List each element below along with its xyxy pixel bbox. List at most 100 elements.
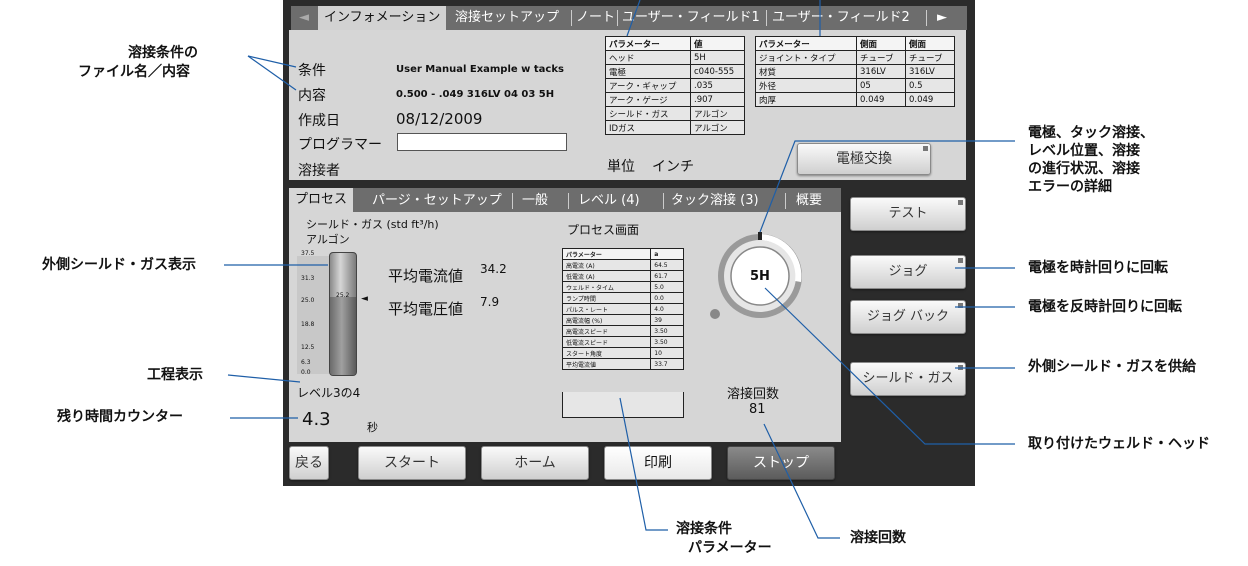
tab-separator [571,10,572,26]
table-cell: ヘッド [605,50,691,65]
annotation-outer-gas-display: 外側シールド・ガス表示 [42,257,196,273]
table-row: 低電流スピード 3.50 [561,336,684,348]
tab-separator [617,10,618,26]
unit-value: インチ [652,159,694,175]
process-parameter-table: パラメーター a 高電流 (A) 64.5 低電流 (A) 61.7 ウェルド・タイム… [561,248,684,370]
time-remaining-value: 4.3 [302,409,331,430]
start-button[interactable]: スタート [358,446,466,480]
annotation-weld-params-1: 溶接条件 [676,521,732,537]
table-row: シールド・ガス アルゴン [605,106,745,121]
gauge-value: 25.2 [336,292,350,299]
gauge-tick-label: 37.5 [301,250,315,257]
tab-user-field-1[interactable]: ユーザー・フィールド1 [622,7,760,29]
annotation-electrode-detail-4: エラーの詳細 [1028,179,1112,195]
table-cell: 0.5 [905,78,955,93]
process-screen-title: プロセス画面 [567,223,640,237]
table-cell: 高電流スピード [561,325,652,337]
process-table-blank-area [562,392,684,418]
process-table-header: a [650,248,684,260]
table-cell: 低電流 (A) [561,270,652,282]
param-header: 値 [690,36,745,51]
tab-notes[interactable]: ノート [576,7,615,29]
table-cell: シールド・ガス [605,106,691,121]
table-cell: 64.5 [650,259,684,271]
jog-button[interactable]: ジョグ [850,255,966,289]
tab-purge-setup[interactable]: パージ・セットアップ [372,191,502,211]
jog-back-button[interactable]: ジョグ バック [850,300,966,334]
tab-separator [568,193,569,209]
back-button[interactable]: 戻る [289,446,329,480]
avg-current-label: 平均電流値 [388,267,464,285]
table-row: 肉厚 0.049 0.049 [754,92,955,107]
gauge-tick-label: 0.0 [301,369,311,376]
table-cell: ウェルド・タイム [561,281,652,293]
corner-indicator-icon [923,146,928,151]
table-cell: .907 [690,92,745,107]
tab-scroll-right-icon[interactable]: ► [937,7,947,29]
table-row: アーク・ゲージ .907 [605,92,745,107]
corner-indicator-icon [958,303,963,308]
tab-scroll-left-icon[interactable]: ◄ [299,7,309,29]
annotation-rotate-cw: 電極を時計回りに回転 [1028,260,1168,276]
content-value: 0.500 - .049 316LV 04 03 5H [396,89,555,100]
print-button[interactable]: 印刷 [604,446,712,480]
tab-separator [512,193,513,209]
side-header: パラメーター [754,36,858,51]
corner-indicator-icon [958,258,963,263]
annotation-weld-count: 溶接回数 [850,530,906,546]
tab-information[interactable]: インフォメーション [318,6,447,30]
annotation-file-line2: ファイル名／内容 [78,64,190,80]
tab-summary[interactable]: 概要 [796,191,822,211]
stop-button[interactable]: ストップ [727,446,835,480]
parameter-table: パラメーター値 ヘッド 5H 電極 c040-555 アーク・ギャップ .035 アー… [605,36,745,135]
table-cell: 肉厚 [754,92,858,107]
table-cell: パルス・レート [561,303,652,315]
electrode-change-label: 電極交換 [836,151,892,167]
tab-user-field-2[interactable]: ユーザー・フィールド2 [772,7,910,29]
programmer-input[interactable] [397,133,567,151]
table-cell: 材質 [754,64,858,79]
table-cell: 10 [650,347,684,359]
tab-separator [926,10,927,26]
table-cell: 316LV [856,64,906,79]
tab-process[interactable]: プロセス [289,188,354,212]
annotation-file-line1: 溶接条件の [128,45,198,61]
electrode-change-button[interactable]: 電極交換 [797,143,931,175]
table-cell: アルゴン [690,106,745,121]
tab-separator [766,10,767,26]
table-cell: アーク・ギャップ [605,78,691,93]
side-table: パラメーター 側面 側面 ジョイント・タイプ チューブ チューブ 材質 316LV 316L… [754,36,955,107]
annotation-weld-params-2: パラメーター [688,540,772,556]
avg-current-value: 34.2 [480,262,507,276]
annotation-supply-gas: 外側シールド・ガスを供給 [1028,359,1196,375]
process-table-header: パラメーター [561,248,652,260]
table-cell: ジョイント・タイプ [754,50,858,65]
tab-weld-setup[interactable]: 溶接セットアップ [455,7,559,29]
condition-label: 条件 [298,63,326,79]
shield-gas-type: アルゴン [306,233,350,246]
annotation-electrode-detail-2: レベル位置、溶接 [1028,143,1140,159]
shield-gas-button-label: シールド・ガス [862,371,954,386]
shield-gas-button[interactable]: シールド・ガス [850,362,966,396]
table-row: 高電流幅 (%) 39 [561,314,684,326]
side-header: 側面 [905,36,955,51]
table-cell: IDガス [605,120,691,135]
test-button[interactable]: テスト [850,197,966,231]
shield-gas-label: シールド・ガス (std ft³/h) [306,218,439,231]
gas-gauge-scale [297,256,329,374]
tab-tack-weld[interactable]: タック溶接 (3) [671,191,759,211]
corner-indicator-icon [958,200,963,205]
table-cell: 高電流 (A) [561,259,652,271]
table-row: 電極 c040-555 [605,64,745,79]
table-cell: チューブ [905,50,955,65]
level-indicator: レベル3の4 [297,386,361,400]
corner-indicator-icon [958,365,963,370]
table-cell: 33.7 [650,358,684,370]
table-row: アーク・ギャップ .035 [605,78,745,93]
table-cell: 0.0 [650,292,684,304]
programmer-label: プログラマー [298,137,382,153]
table-cell: 高電流幅 (%) [561,314,652,326]
tab-general[interactable]: 一般 [522,191,548,211]
home-button[interactable]: ホーム [481,446,589,480]
tab-levels[interactable]: レベル (4) [578,191,640,211]
